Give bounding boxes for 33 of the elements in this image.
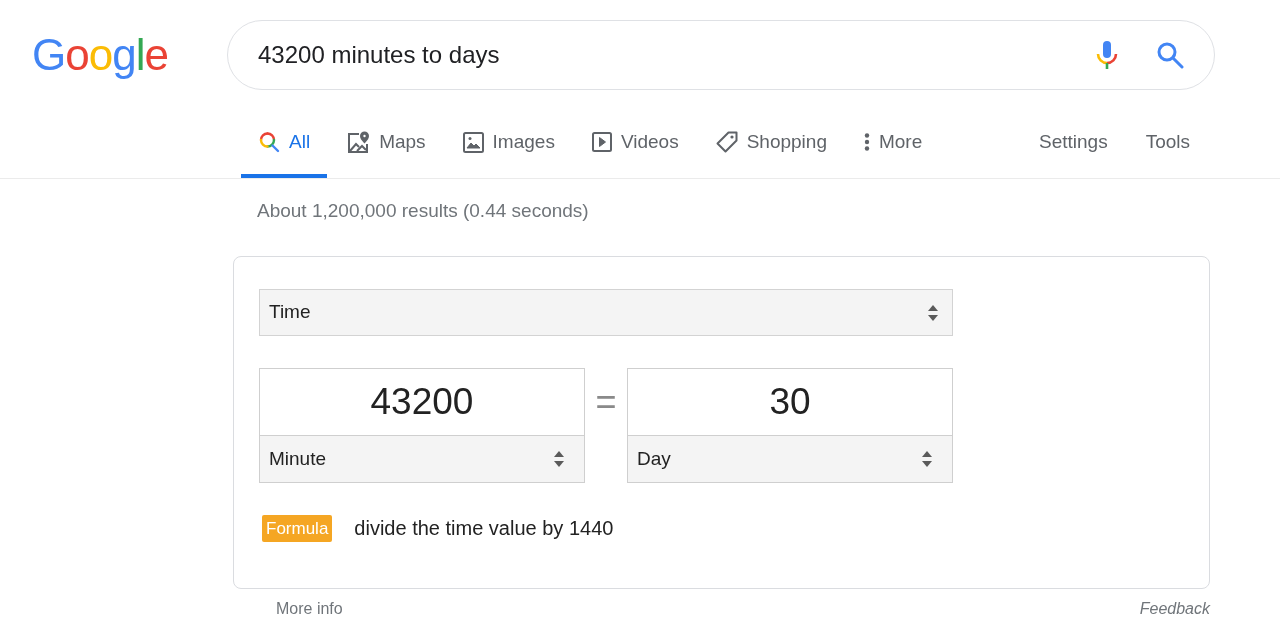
value-field[interactable]: 30 xyxy=(627,368,953,435)
search-bar[interactable]: 43200 minutes to days xyxy=(227,20,1215,90)
tag-icon xyxy=(715,131,738,153)
microphone-icon[interactable] xyxy=(1096,40,1118,70)
search-input[interactable]: 43200 minutes to days xyxy=(258,37,1076,73)
nav-tab[interactable]: Maps xyxy=(330,110,443,178)
nav-link[interactable]: Tools xyxy=(1128,110,1207,178)
up-down-arrows-icon xyxy=(927,303,939,322)
category-select[interactable]: Time xyxy=(259,289,953,336)
up-down-arrows-icon xyxy=(553,450,565,468)
picture-pin-icon xyxy=(347,130,371,154)
nav-tab[interactable]: More xyxy=(846,110,940,178)
more-info-link[interactable]: More info xyxy=(276,597,343,621)
equals-sign: = xyxy=(595,383,617,420)
vertical-dots-icon xyxy=(863,133,870,151)
nav-tab[interactable]: All xyxy=(241,110,328,178)
nav-tab[interactable]: Images xyxy=(445,110,572,178)
value-field[interactable]: 43200 xyxy=(259,368,585,435)
formula-label: Formula xyxy=(262,514,333,542)
result-stats: About 1,200,000 results (0.44 seconds) xyxy=(257,200,589,221)
search-icon[interactable] xyxy=(1156,41,1184,69)
feedback-link[interactable]: Feedback xyxy=(1139,597,1210,621)
nav-link[interactable]: Settings xyxy=(1022,110,1125,178)
nav-tab[interactable]: Videos xyxy=(574,110,696,178)
nav-tab[interactable]: Shopping xyxy=(698,110,844,178)
picture-icon xyxy=(462,131,484,153)
unit-select[interactable]: Minute xyxy=(259,435,585,483)
up-down-arrows-icon xyxy=(921,450,933,468)
search-icon xyxy=(258,131,280,153)
logo[interactable]: Google xyxy=(32,30,168,79)
play-square-icon xyxy=(591,132,612,152)
formula-text: divide the time value by 1440 xyxy=(354,516,614,541)
unit-select[interactable]: Day xyxy=(627,435,953,483)
